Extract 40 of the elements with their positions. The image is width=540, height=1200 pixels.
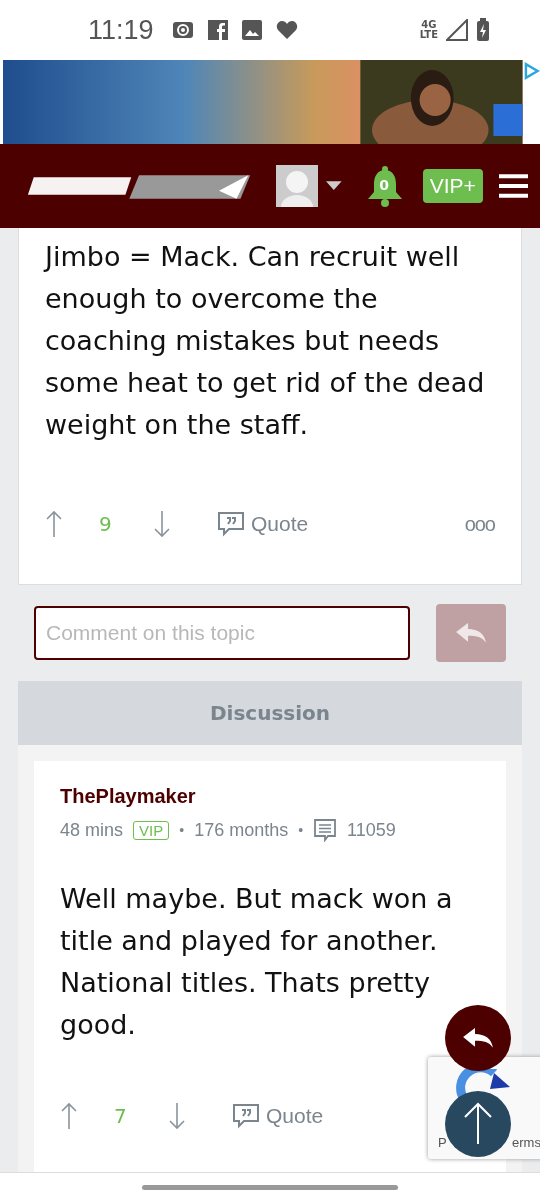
- discussion-header: Discussion: [18, 681, 522, 745]
- vip-button[interactable]: VIP+: [422, 169, 483, 203]
- upvote-icon[interactable]: [60, 1102, 78, 1130]
- vote-count: 9: [99, 512, 113, 536]
- separator-dot: •: [179, 822, 185, 838]
- clock-time: 11:19: [88, 14, 154, 46]
- privacy-link[interactable]: P: [438, 1135, 447, 1150]
- quote-button[interactable]: Quote: [232, 1103, 324, 1129]
- terms-link[interactable]: erms: [512, 1135, 540, 1150]
- arrow-up-icon: [463, 1102, 493, 1146]
- post-text: Jimbo = Mack. Can recruit well enough to overcome the coaching mistakes but needs some heat to get rid of the dead weight on the staff.: [45, 240, 486, 442]
- facebook-icon: [207, 20, 228, 40]
- downvote-icon[interactable]: [153, 510, 171, 538]
- quote-icon: [217, 511, 245, 537]
- menu-icon[interactable]: [498, 173, 528, 199]
- comment-field[interactable]: Comment on this topic: [34, 606, 410, 660]
- signal-icon: [446, 19, 468, 41]
- separator-dot: •: [298, 822, 304, 838]
- camera-icon: [171, 20, 194, 40]
- image-icon: [241, 20, 262, 40]
- caret-icon[interactable]: [326, 181, 342, 191]
- author-name[interactable]: ThePlaymaker: [60, 785, 480, 808]
- quote-button[interactable]: Quote: [217, 511, 309, 537]
- adchoices-icon[interactable]: [522, 62, 540, 80]
- heart-icon: [275, 20, 298, 40]
- network-type: 4G: [420, 20, 438, 30]
- post-time: 48 mins: [60, 819, 124, 841]
- vote-count: 7: [114, 1104, 128, 1128]
- vip-badge: VIP: [133, 820, 170, 840]
- more-button[interactable]: ooo: [464, 512, 495, 536]
- post-text: Well maybe. But mack won a title and played for another. National titles. Thats pretty good.: [60, 882, 454, 1042]
- comment-icon: [313, 818, 338, 842]
- member-tenure: 176 months: [194, 819, 289, 841]
- network-subtype: LTE: [419, 30, 438, 40]
- downvote-icon[interactable]: [168, 1102, 186, 1130]
- post-count: 11059: [347, 819, 396, 841]
- send-button[interactable]: [436, 604, 506, 662]
- quote-icon: [232, 1103, 260, 1129]
- upvote-icon[interactable]: [45, 510, 63, 538]
- battery-icon: [476, 18, 490, 42]
